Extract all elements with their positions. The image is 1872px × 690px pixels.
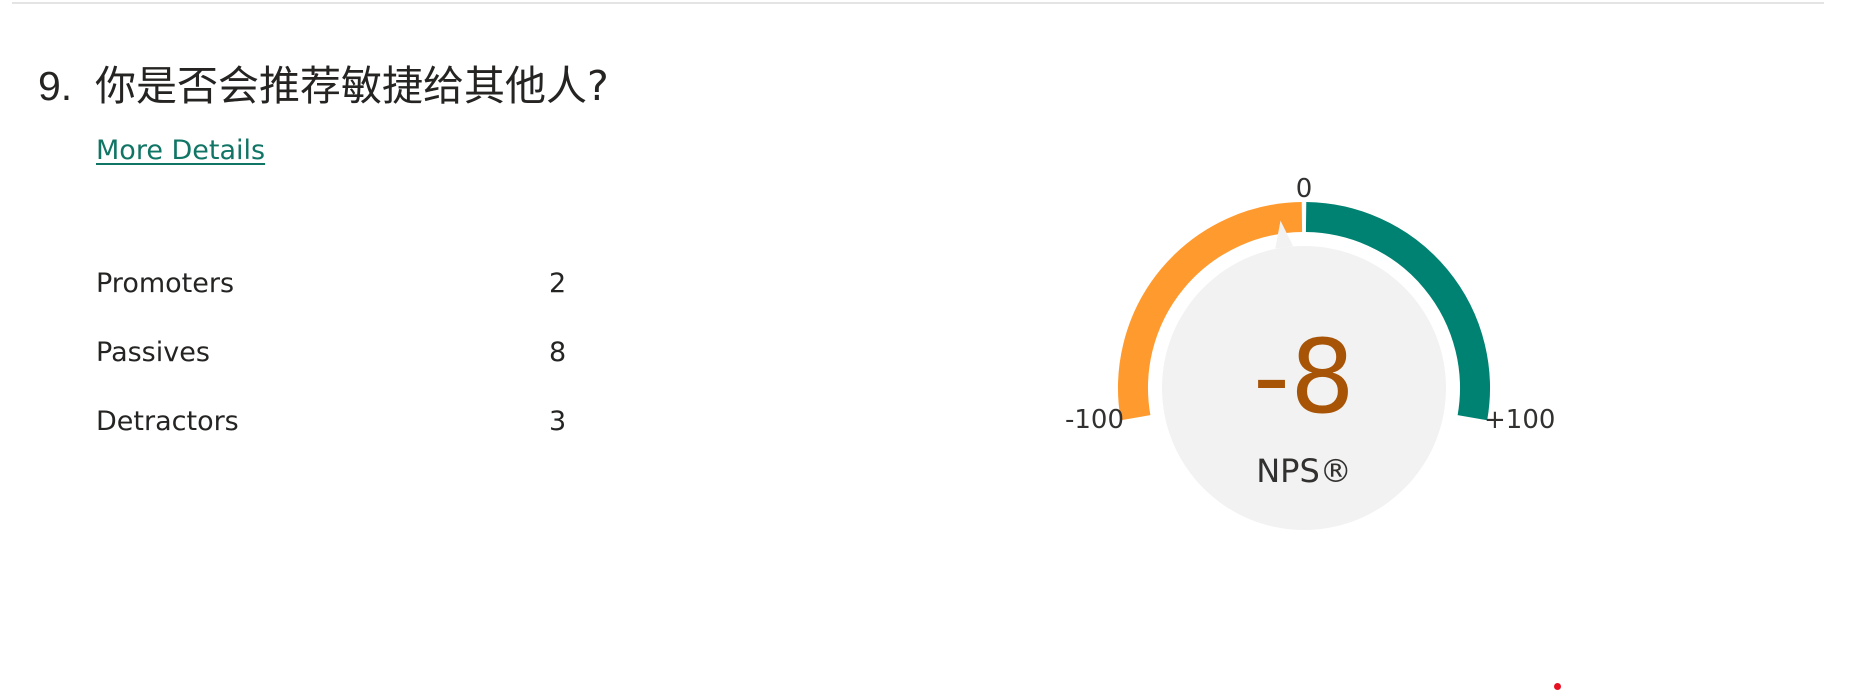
detractors-label: Detractors — [96, 406, 239, 437]
stat-row-passives: Passives 8 — [96, 335, 576, 404]
detractors-count: 3 — [549, 406, 567, 437]
stat-row-promoters: Promoters 2 — [96, 266, 576, 335]
nps-caption: NPS® — [1256, 452, 1352, 490]
gauge-label-min: -100 — [1065, 405, 1124, 435]
promoters-label: Promoters — [96, 268, 235, 299]
promoters-count: 2 — [549, 268, 567, 299]
top-divider — [12, 2, 1824, 4]
more-details-link[interactable]: More Details — [96, 133, 265, 169]
question-text: 你是否会推荐敏捷给其他人? — [95, 62, 609, 110]
nps-score: -8 — [1253, 318, 1355, 437]
nps-gauge-svg: 0 -100 +100 -8 NPS® — [1065, 174, 1555, 530]
passives-label: Passives — [96, 337, 210, 368]
question-number: 9. — [38, 63, 73, 109]
stat-row-detractors: Detractors 3 — [96, 404, 576, 473]
question-heading: 9. 你是否会推荐敏捷给其他人? — [38, 58, 609, 114]
red-dot-marker — [1554, 683, 1561, 690]
nps-stats-list: Promoters 2 Passives 8 Detractors 3 — [96, 266, 576, 473]
gauge-label-zero: 0 — [1296, 174, 1313, 204]
gauge-label-max: +100 — [1484, 405, 1555, 435]
nps-gauge: 0 -100 +100 -8 NPS® — [1040, 160, 1600, 560]
passives-count: 8 — [549, 337, 567, 368]
